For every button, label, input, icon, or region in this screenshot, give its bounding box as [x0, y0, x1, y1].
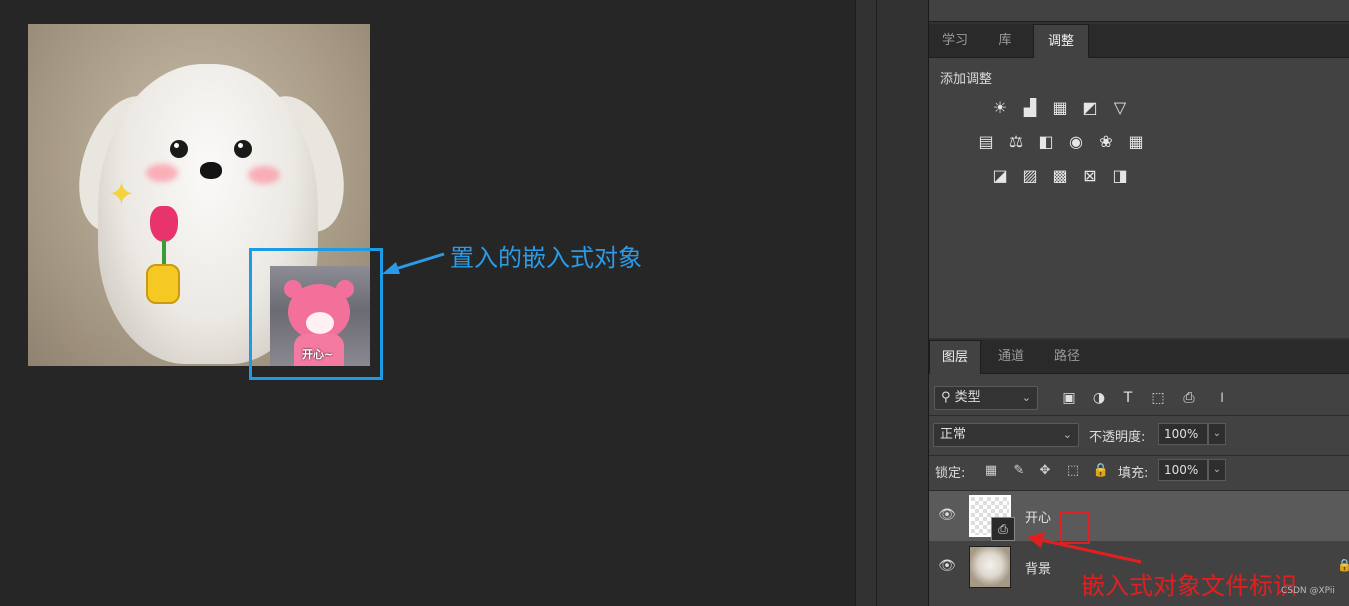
smart-object-icon: ⎙	[991, 517, 1015, 541]
chevron-down-icon: ⌄	[1062, 428, 1072, 441]
opacity-label: 不透明度:	[1089, 430, 1146, 445]
blush	[248, 166, 280, 184]
dog-eye	[170, 140, 188, 158]
tab-adjustments[interactable]: 调整	[1033, 24, 1089, 58]
adjustments-row: ▤ ⚖ ◧ ◉ ❀ ▦	[975, 130, 1147, 152]
callout-arrow-icon	[1027, 532, 1142, 564]
sparkle-icon: ✦	[108, 175, 135, 213]
lock-artboard-icon[interactable]: ⬚	[1064, 462, 1082, 480]
fill-dropdown-icon[interactable]: ⌄	[1208, 459, 1226, 481]
selective-color-icon[interactable]: ⊠	[1079, 164, 1101, 186]
posterize-icon[interactable]: ▨	[1019, 164, 1041, 186]
lock-all-icon[interactable]: 🔒	[1092, 462, 1110, 480]
panel-top-strip	[929, 0, 1349, 22]
hand-icon	[146, 264, 180, 304]
right-panels: 学习 库 调整 添加调整 ☀ ▟ ▦ ◩ ▽ ▤ ⚖ ◧ ◉ ❀ ▦ ◪ ▨ ▩…	[928, 0, 1349, 606]
dog-eye	[234, 140, 252, 158]
layer-filter-value: 类型	[954, 390, 981, 405]
document-canvas[interactable]: ✦ 开心~ 置入的嵌入式对象	[0, 0, 855, 606]
blend-mode-select[interactable]: 正常 ⌄	[933, 423, 1079, 447]
hue-saturation-icon[interactable]: ▤	[975, 130, 997, 152]
tab-paths[interactable]: 路径	[1041, 340, 1093, 374]
lock-transparent-icon[interactable]: ▦	[982, 462, 1000, 480]
levels-icon[interactable]: ▟	[1019, 96, 1041, 118]
pixel-filter-icon[interactable]: ▣	[1059, 388, 1079, 408]
eye-icon[interactable]: 👁	[937, 558, 957, 576]
divider	[929, 455, 1349, 456]
tab-libraries[interactable]: 库	[981, 24, 1029, 58]
divider	[929, 415, 1349, 416]
threshold-icon[interactable]: ▩	[1049, 164, 1071, 186]
photo-filter-icon[interactable]: ◉	[1065, 130, 1087, 152]
layers-tabbar: 图层 通道 路径	[929, 340, 1349, 374]
gradient-map-icon[interactable]: ◨	[1109, 164, 1131, 186]
opacity-field[interactable]: 100%	[1158, 423, 1208, 445]
watermark: CSDN @XPii	[1281, 586, 1335, 596]
callout-label: 置入的嵌入式对象	[450, 244, 642, 272]
invert-icon[interactable]: ◪	[989, 164, 1011, 186]
exposure-icon[interactable]: ◩	[1079, 96, 1101, 118]
filter-toggle-icon[interactable]: ⏽	[1212, 388, 1232, 408]
placed-object-highlight	[249, 248, 383, 380]
vibrance-icon[interactable]: ▽	[1109, 96, 1131, 118]
eye-icon[interactable]: 👁	[937, 507, 957, 525]
shape-filter-icon[interactable]: ⬚	[1148, 388, 1168, 408]
blush	[146, 164, 178, 182]
search-icon: ⚲	[941, 390, 955, 405]
panel-gutter	[855, 0, 928, 606]
type-filter-icon[interactable]: T	[1118, 388, 1138, 408]
lock-label: 锁定:	[935, 466, 966, 481]
color-balance-icon[interactable]: ⚖	[1005, 130, 1027, 152]
chevron-down-icon: ⌄	[1021, 391, 1031, 404]
lock-image-icon[interactable]: ✎	[1010, 462, 1028, 480]
adjustment-filter-icon[interactable]: ◑	[1089, 388, 1109, 408]
smart-object-callout: 嵌入式对象文件标识	[1081, 572, 1297, 600]
adjustments-tabbar: 学习 库 调整	[929, 24, 1349, 58]
brightness-contrast-icon[interactable]: ☀	[989, 96, 1011, 118]
channel-mixer-icon[interactable]: ❀	[1095, 130, 1117, 152]
adjustments-row: ☀ ▟ ▦ ◩ ▽	[989, 96, 1131, 118]
black-white-icon[interactable]: ◧	[1035, 130, 1057, 152]
color-lookup-icon[interactable]: ▦	[1125, 130, 1147, 152]
callout-arrow-icon	[382, 252, 445, 274]
tab-layers[interactable]: 图层	[929, 340, 981, 374]
tab-learn[interactable]: 学习	[929, 24, 981, 58]
curves-icon[interactable]: ▦	[1049, 96, 1071, 118]
layer-name[interactable]: 开心	[1025, 507, 1051, 526]
lock-position-icon[interactable]: ✥	[1036, 462, 1054, 480]
blend-mode-value: 正常	[940, 427, 967, 442]
adjustments-row: ◪ ▨ ▩ ⊠ ◨	[989, 164, 1131, 186]
adjustments-title: 添加调整	[940, 72, 993, 87]
opacity-dropdown-icon[interactable]: ⌄	[1208, 423, 1226, 445]
tab-channels[interactable]: 通道	[983, 340, 1039, 374]
layer-filter-select[interactable]: ⚲ 类型 ⌄	[934, 386, 1038, 410]
lock-icon: 🔒	[1337, 558, 1349, 572]
smart-object-filter-icon[interactable]: ⎙	[1179, 388, 1199, 408]
fill-field[interactable]: 100%	[1158, 459, 1208, 481]
adjustments-panel: 添加调整 ☀ ▟ ▦ ◩ ▽ ▤ ⚖ ◧ ◉ ❀ ▦ ◪ ▨ ▩ ⊠ ◨	[929, 58, 1349, 338]
divider	[876, 0, 877, 606]
layer-thumbnail	[969, 546, 1011, 588]
dog-nose	[200, 162, 222, 179]
tulip-icon	[150, 206, 178, 242]
fill-label: 填充:	[1118, 466, 1149, 481]
